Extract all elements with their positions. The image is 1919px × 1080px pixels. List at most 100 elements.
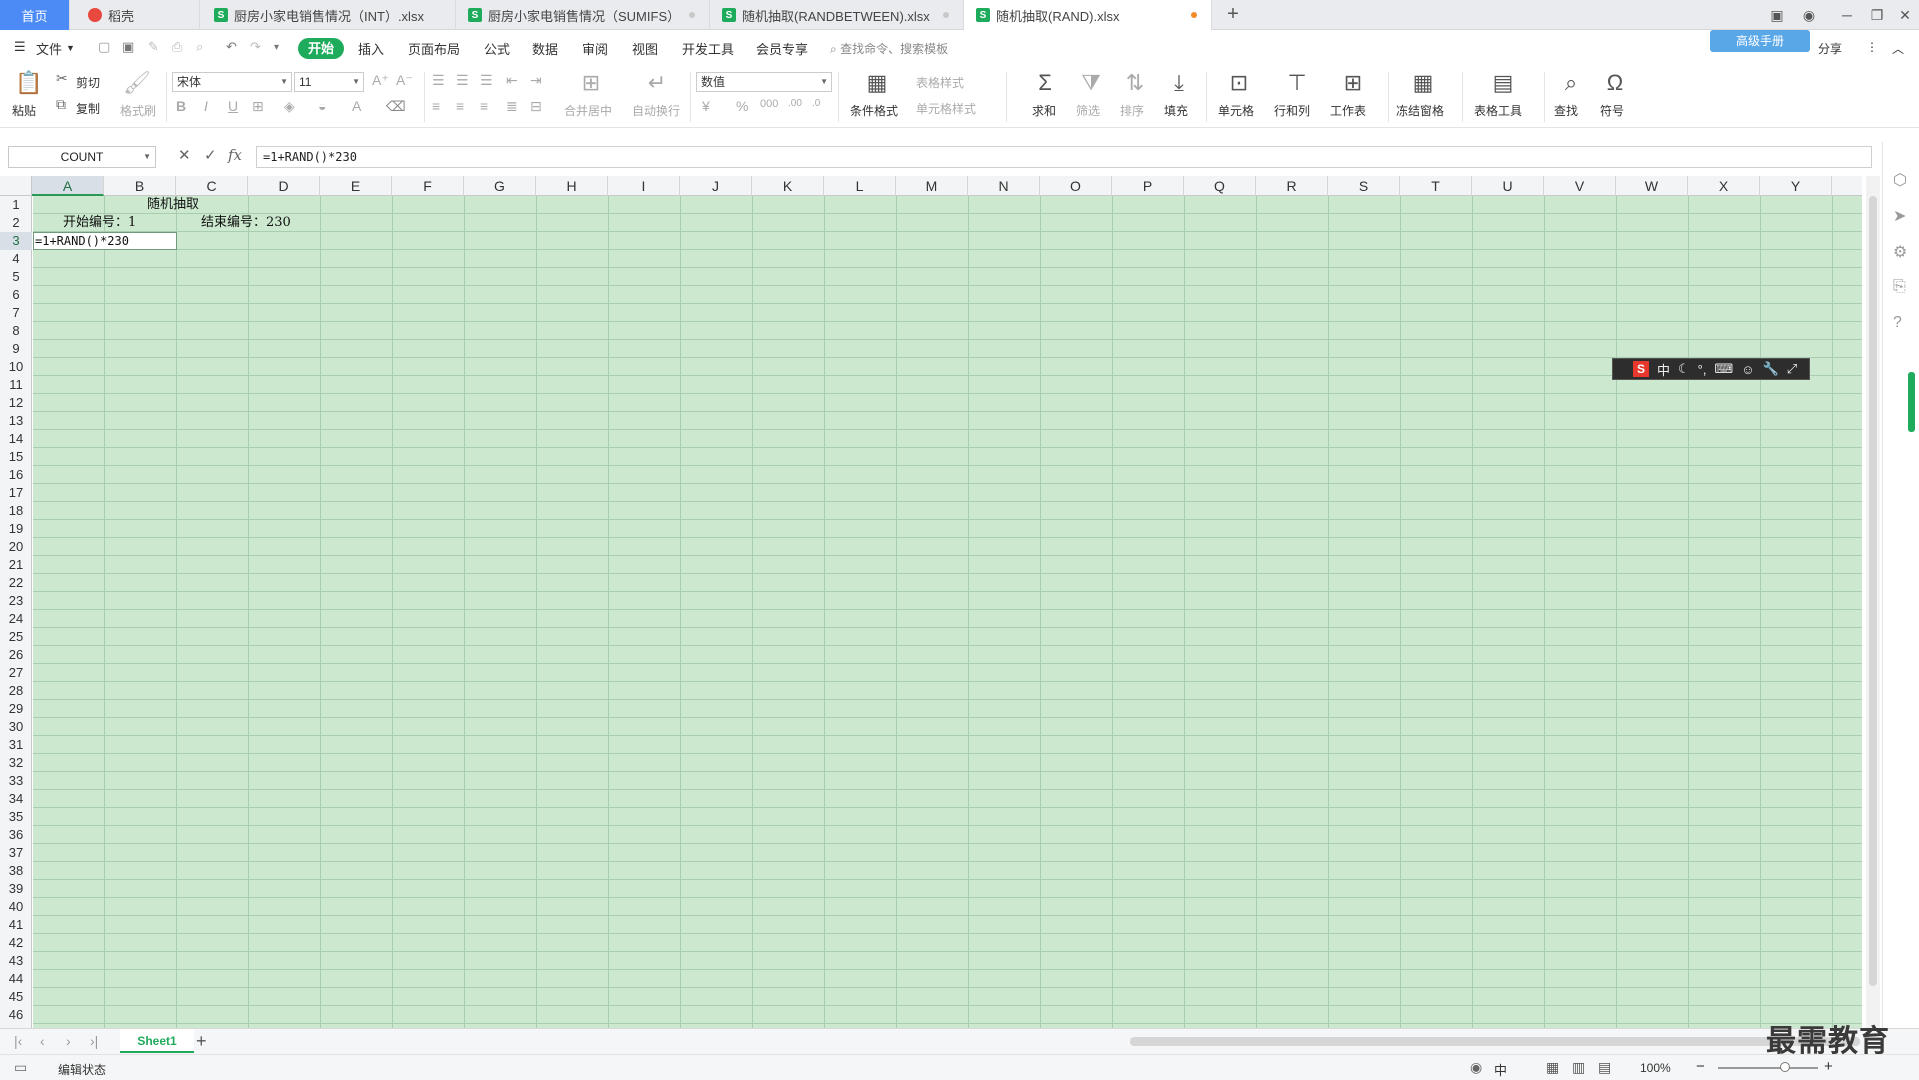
active-cell-editor[interactable]: =1+RAND()*230 (33, 232, 177, 250)
zoom-slider[interactable] (1718, 1067, 1818, 1069)
conditional-format-button[interactable]: 条件格式 (850, 102, 898, 119)
merge-center-button[interactable]: 合并居中 (564, 102, 612, 119)
tab-file-3[interactable]: S 随机抽取(RANDBETWEEN).xlsx (710, 0, 964, 30)
row-header-31[interactable]: 31 (0, 736, 32, 754)
cell-area[interactable]: 随机抽取 开始编号：1 结束编号：230 =1+RAND()*230 (33, 196, 1862, 1028)
help-icon[interactable]: ? (1893, 314, 1902, 332)
row-header-14[interactable]: 14 (0, 430, 32, 448)
row-header-24[interactable]: 24 (0, 610, 32, 628)
column-header-m[interactable]: M (896, 176, 968, 196)
column-header-r[interactable]: R (1256, 176, 1328, 196)
merge-center-icon[interactable]: ⊞ (576, 70, 606, 96)
ime-lang[interactable]: 中 (1657, 360, 1670, 379)
menu-page-layout[interactable]: 页面布局 (408, 39, 460, 58)
menu-file[interactable]: 文件 (36, 39, 62, 58)
tab-home[interactable]: 首页 (0, 0, 70, 30)
menu-developer[interactable]: 开发工具 (682, 39, 734, 58)
tab-daoke[interactable]: 稻壳 (74, 0, 200, 30)
sort-icon[interactable]: ⇅ (1120, 70, 1150, 96)
cell-style-button[interactable]: 单元格样式 (916, 100, 976, 117)
tab-file-4-active[interactable]: S 随机抽取(RAND).xlsx (964, 0, 1212, 30)
column-header-c[interactable]: C (176, 176, 248, 196)
ime-status[interactable]: 中 (1494, 1060, 1507, 1079)
cell-start-label[interactable]: 开始编号：1 (63, 214, 136, 232)
align-bottom-icon[interactable]: ☰ (480, 72, 493, 89)
freeze-panes-button[interactable]: 冻结窗格 (1396, 102, 1444, 119)
vertical-scroll-thumb[interactable] (1869, 196, 1877, 986)
format-icon[interactable]: ✎ (148, 39, 159, 55)
fill-icon[interactable]: ⤓ (1164, 70, 1194, 96)
row-header-34[interactable]: 34 (0, 790, 32, 808)
undo-icon[interactable]: ↶ (226, 39, 237, 55)
currency-icon[interactable]: ¥ (702, 98, 710, 114)
share-button[interactable]: 分享 (1818, 40, 1842, 57)
row-header-13[interactable]: 13 (0, 412, 32, 430)
first-sheet-icon[interactable]: |‹ (14, 1033, 22, 1049)
print-icon[interactable]: ⎙ (172, 39, 182, 55)
column-header-h[interactable]: H (536, 176, 608, 196)
cell-icon[interactable]: ⊡ (1224, 70, 1254, 96)
indent-increase-icon[interactable]: ⇥ (530, 72, 542, 89)
table-tools-button[interactable]: 表格工具 (1474, 102, 1522, 119)
row-header-12[interactable]: 12 (0, 394, 32, 412)
row-header-35[interactable]: 35 (0, 808, 32, 826)
wrench-icon[interactable]: 🔧 (1763, 361, 1779, 377)
conditional-format-icon[interactable]: ▦ (862, 70, 892, 96)
column-header-k[interactable]: K (752, 176, 824, 196)
row-header-30[interactable]: 30 (0, 718, 32, 736)
preview-icon[interactable]: ⌕ (196, 39, 203, 55)
row-header-44[interactable]: 44 (0, 970, 32, 988)
cut-button[interactable]: 剪切 (76, 74, 100, 91)
filter-button[interactable]: 筛选 (1076, 102, 1100, 119)
font-name-select[interactable]: 宋体 ▼ (172, 72, 292, 92)
new-tab-button[interactable]: + (1220, 0, 1246, 30)
page-break-view-icon[interactable]: ▤ (1598, 1059, 1611, 1076)
paste-button[interactable]: 粘贴 (12, 102, 36, 119)
properties-icon[interactable]: ⎘ (1893, 278, 1906, 296)
row-header-46[interactable]: 46 (0, 1006, 32, 1024)
font-color-icon[interactable]: A (352, 98, 361, 114)
row-header-37[interactable]: 37 (0, 844, 32, 862)
align-center-icon[interactable]: ≡ (456, 98, 464, 114)
row-header-26[interactable]: 26 (0, 646, 32, 664)
column-header-u[interactable]: U (1472, 176, 1544, 196)
column-header-w[interactable]: W (1616, 176, 1688, 196)
avatar[interactable]: ◉ (1798, 5, 1820, 25)
row-header-10[interactable]: 10 (0, 358, 32, 376)
add-sheet-button[interactable]: + (196, 1031, 207, 1052)
prev-sheet-icon[interactable]: ‹ (40, 1033, 45, 1049)
table-style-button[interactable]: 表格样式 (916, 74, 964, 91)
italic-icon[interactable]: I (204, 98, 208, 114)
find-button[interactable]: 查找 (1554, 102, 1578, 119)
row-header-18[interactable]: 18 (0, 502, 32, 520)
row-header-45[interactable]: 45 (0, 988, 32, 1006)
font-grow-icon[interactable]: A⁺ (372, 72, 389, 89)
menu-formulas[interactable]: 公式 (484, 39, 510, 58)
font-size-select[interactable]: 11 ▼ (294, 72, 364, 92)
normal-view-icon[interactable]: ▦ (1546, 1059, 1559, 1076)
menu-member[interactable]: 会员专享 (756, 39, 808, 58)
row-header-2[interactable]: 2 (0, 214, 32, 232)
row-header-33[interactable]: 33 (0, 772, 32, 790)
customize-chevron-icon[interactable]: ▾ (274, 42, 279, 53)
row-header-6[interactable]: 6 (0, 286, 32, 304)
cancel-icon[interactable]: ✕ (178, 146, 191, 164)
row-header-40[interactable]: 40 (0, 898, 32, 916)
row-header-32[interactable]: 32 (0, 754, 32, 772)
menu-insert[interactable]: 插入 (358, 39, 384, 58)
column-header-a[interactable]: A (32, 176, 104, 196)
row-header-36[interactable]: 36 (0, 826, 32, 844)
thousands-icon[interactable]: 000 (760, 98, 778, 110)
fill-color-icon[interactable]: ◈ (284, 98, 295, 115)
column-header-q[interactable]: Q (1184, 176, 1256, 196)
percent-icon[interactable]: % (736, 98, 748, 114)
freeze-icon[interactable]: ▦ (1408, 70, 1438, 96)
name-box[interactable]: COUNT ▼ (8, 146, 156, 168)
symbol-button[interactable]: 符号 (1600, 102, 1624, 119)
distribute-icon[interactable]: ⊟ (530, 98, 542, 115)
select-all-corner[interactable] (0, 176, 32, 196)
paste-icon[interactable]: 📋 (14, 70, 44, 96)
keyboard-icon[interactable]: ⌨ (1714, 361, 1733, 377)
column-header-e[interactable]: E (320, 176, 392, 196)
menu-start[interactable]: 开始 (298, 38, 344, 59)
